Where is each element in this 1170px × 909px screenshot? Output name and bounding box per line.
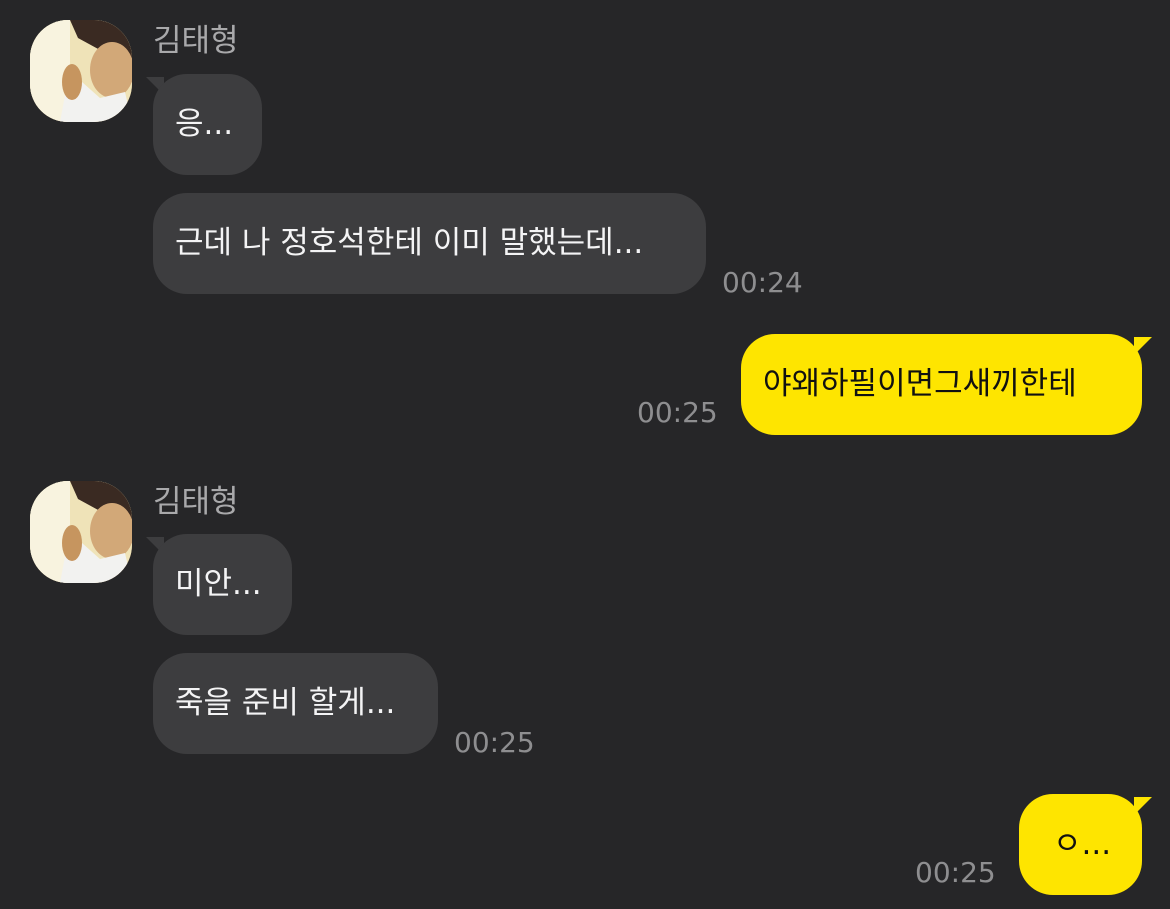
chat-room: 김태형 응... 근데 나 정호석한테 이미 말했는데... 00:24 00:… [0,0,1170,909]
message-text: 미안... [175,566,262,602]
message-timestamp: 00:24 [722,266,803,299]
message-bubble[interactable]: 응... [153,74,262,175]
message-timestamp: 00:25 [915,856,996,889]
bubble-tail [1134,337,1152,355]
message-text: 응... [175,106,234,142]
message-bubble[interactable]: 미안... [153,534,292,635]
sender-name: 김태형 [153,484,239,520]
bubble-tail [1134,797,1152,815]
profile-photo-icon [30,20,132,122]
message-bubble[interactable]: 죽을 준비 할게... [153,653,438,754]
sender-avatar[interactable] [30,481,132,583]
message-timestamp: 00:25 [637,396,718,429]
message-text: 죽을 준비 할게... [175,685,396,721]
sender-name: 김태형 [153,23,239,59]
message-text: ㅇ... [1053,826,1112,862]
my-message-bubble[interactable]: ㅇ... [1019,794,1142,895]
message-text: 야왜하필이면그새끼한테 [763,366,1077,402]
message-bubble[interactable]: 근데 나 정호석한테 이미 말했는데... [153,193,706,294]
my-message-bubble[interactable]: 야왜하필이면그새끼한테 [741,334,1142,435]
profile-photo-icon [30,481,132,583]
sender-avatar[interactable] [30,20,132,122]
message-timestamp: 00:25 [454,726,535,759]
message-text: 근데 나 정호석한테 이미 말했는데... [175,225,644,261]
